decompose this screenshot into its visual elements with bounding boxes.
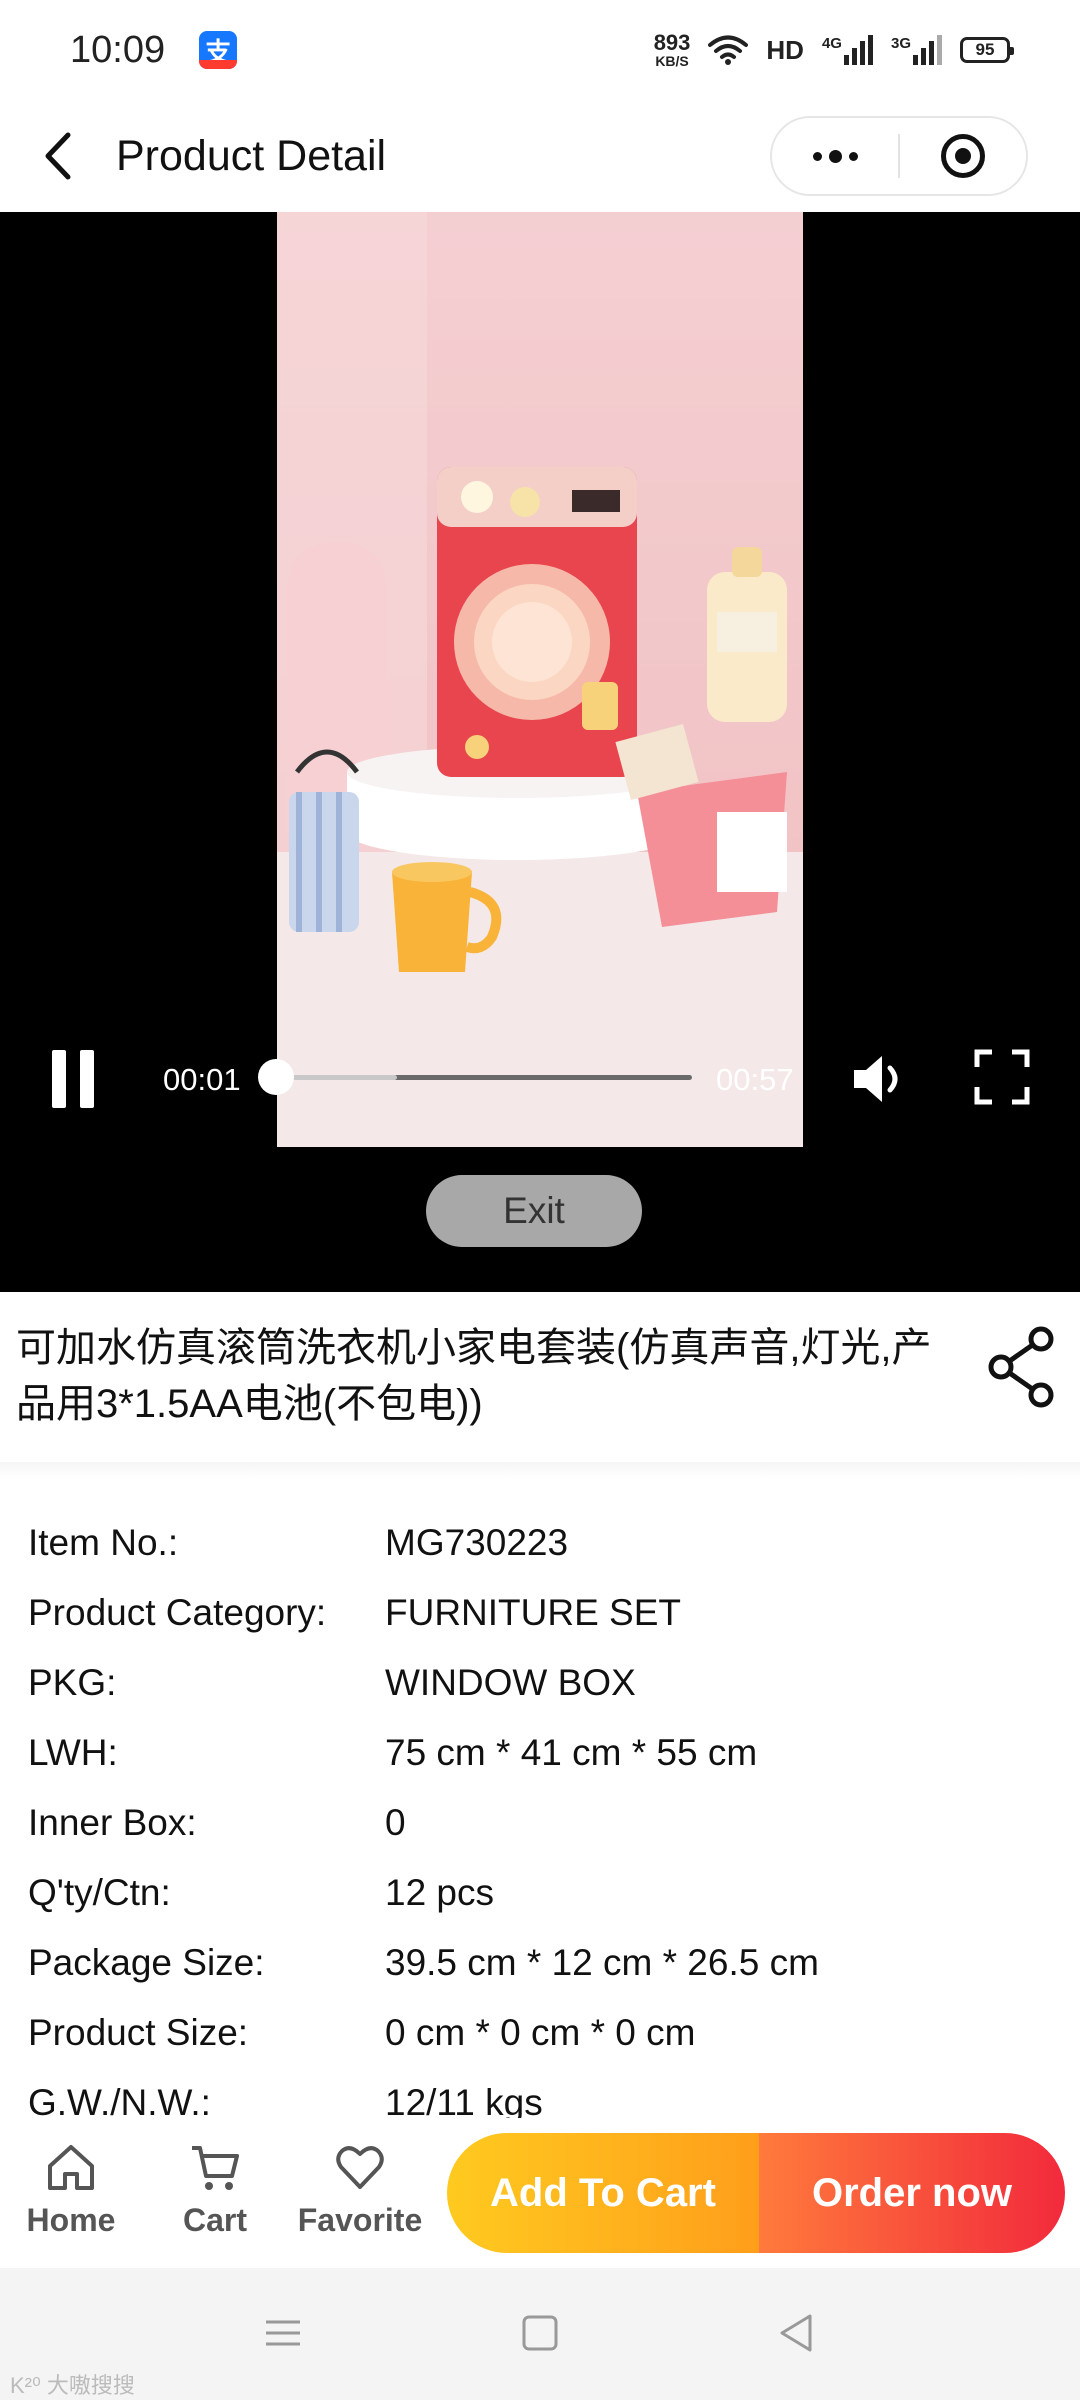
spec-label: Inner Box: <box>28 1802 197 1843</box>
spec-row: Item No.: MG730223 <box>0 1508 1080 1578</box>
spec-label: G.W./N.W.: <box>28 2082 211 2118</box>
page-title: Product Detail <box>116 131 387 180</box>
spec-value: 75 cm * 41 cm * 55 cm <box>385 1732 758 1773</box>
cart-tab-label: Cart <box>182 2202 247 2238</box>
heart-icon <box>336 2146 384 2189</box>
spec-label: Product Category: <box>28 1592 327 1633</box>
spec-row: Package Size: 39.5 cm * 12 cm * 26.5 cm <box>0 1928 1080 1998</box>
spec-value: FURNITURE SET <box>385 1592 681 1633</box>
alipay-icon: 支 <box>199 31 238 69</box>
cart-icon <box>192 2146 239 2190</box>
product-title-section: 可加水仿真滚筒洗衣机小家电套装(仿真声音,灯光,产品用3*1.5AA电池(不包电… <box>0 1292 1080 1462</box>
battery-icon: 95 <box>960 37 1014 63</box>
spec-label: Package Size: <box>28 1942 265 1983</box>
product-specs-list: Item No.: MG730223 Product Category: FURNIT… <box>0 1508 1080 2118</box>
home-tab[interactable]: Home <box>6 2140 136 2250</box>
video-total-time: 00:57 <box>716 1062 794 1097</box>
video-player[interactable]: 00:01 00:57 Exit <box>0 212 1080 1292</box>
mini-program-capsule <box>770 116 1028 196</box>
video-progress-handle[interactable] <box>258 1059 294 1095</box>
status-indicators: 893 KB/S HD 4G 3G 95 <box>653 30 1014 69</box>
status-bar: 10:09 支 893 KB/S HD 4G 3G 95 <box>0 0 1080 100</box>
home-square-icon[interactable] <box>515 2308 565 2358</box>
favorite-tab-label: Favorite <box>297 2202 423 2238</box>
sim2-signal: 3G <box>891 35 942 65</box>
cart-tab[interactable]: Cart <box>150 2140 280 2250</box>
home-icon <box>48 2145 94 2190</box>
spec-value: WINDOW BOX <box>385 1662 636 1703</box>
pause-button[interactable] <box>52 1050 104 1108</box>
order-now-button[interactable]: Order now <box>759 2133 1065 2253</box>
spec-value: 0 cm * 0 cm * 0 cm <box>385 2012 696 2053</box>
watermark: K²⁰ 大嗷搜搜 <box>10 2373 135 2398</box>
share-icon[interactable] <box>985 1325 1057 1409</box>
signal-bars-icon <box>843 35 873 65</box>
fullscreen-icon[interactable] <box>974 1049 1030 1105</box>
spec-label: Item No.: <box>28 1522 179 1563</box>
video-progress-bar[interactable] <box>258 1059 692 1095</box>
spec-value: 39.5 cm * 12 cm * 26.5 cm <box>385 1942 819 1983</box>
chevron-left-icon <box>45 132 71 180</box>
spec-row: PKG: WINDOW BOX <box>0 1648 1080 1718</box>
volume-icon[interactable] <box>850 1050 910 1108</box>
menu-icon[interactable] <box>258 2308 308 2358</box>
bottom-action-bar: Home Cart Favorite Add To Cart Order now <box>0 2118 1080 2268</box>
nav-bar: Product Detail <box>0 100 1080 212</box>
video-buffer-fill <box>276 1075 397 1080</box>
target-icon <box>941 134 985 178</box>
sim1-label: 4G <box>821 35 842 52</box>
add-to-cart-button[interactable]: Add To Cart <box>447 2133 759 2253</box>
spec-value: 12 pcs <box>385 1872 495 1913</box>
product-detail-screen: 10:09 支 893 KB/S HD 4G 3G 95 Product Det… <box>0 0 1080 2400</box>
net-speed-unit: KB/S <box>655 53 689 69</box>
spec-row: Product Size: 0 cm * 0 cm * 0 cm <box>0 1998 1080 2068</box>
back-triangle-icon[interactable] <box>772 2308 822 2358</box>
spec-row: G.W./N.W.: 12/11 kgs <box>0 2068 1080 2118</box>
spec-row: LWH: 75 cm * 41 cm * 55 cm <box>0 1718 1080 1788</box>
status-time: 10:09 <box>70 28 166 71</box>
spec-row: Q'ty/Ctn: 12 pcs <box>0 1858 1080 1928</box>
spec-row: Inner Box: 0 <box>0 1788 1080 1858</box>
net-speed-value: 893 <box>653 30 691 55</box>
net-speed: 893 KB/S <box>653 30 691 69</box>
spec-label: PKG: <box>28 1662 117 1703</box>
exit-video-button[interactable]: Exit <box>426 1175 642 1247</box>
spec-value: 12/11 kgs <box>385 2082 543 2118</box>
video-current-time: 00:01 <box>163 1062 241 1097</box>
favorite-tab[interactable]: Favorite <box>295 2140 425 2250</box>
back-button[interactable] <box>30 128 86 184</box>
more-dots-icon <box>812 149 858 163</box>
home-tab-label: Home <box>26 2202 116 2238</box>
spec-label: Product Size: <box>28 2012 249 2053</box>
video-frame <box>277 212 803 1147</box>
signal-bars-icon <box>913 35 942 65</box>
spec-value: MG730223 <box>385 1522 569 1563</box>
spec-value: 0 <box>385 1802 406 1843</box>
product-title: 可加水仿真滚筒洗衣机小家电套装(仿真声音,灯光,产品用3*1.5AA电池(不包电… <box>16 1326 932 1426</box>
spec-row: Product Category: FURNITURE SET <box>0 1578 1080 1648</box>
spec-label: Q'ty/Ctn: <box>28 1872 171 1913</box>
spec-label: LWH: <box>28 1732 118 1773</box>
system-navigation-bar <box>0 2268 1080 2400</box>
sim2-label: 3G <box>890 35 911 52</box>
more-button[interactable] <box>772 118 898 194</box>
close-mini-program-button[interactable] <box>900 118 1026 194</box>
hd-indicator: HD <box>766 34 804 65</box>
section-divider <box>0 1462 1080 1480</box>
wifi-icon <box>708 35 749 65</box>
sim1-signal: 4G <box>822 35 873 65</box>
